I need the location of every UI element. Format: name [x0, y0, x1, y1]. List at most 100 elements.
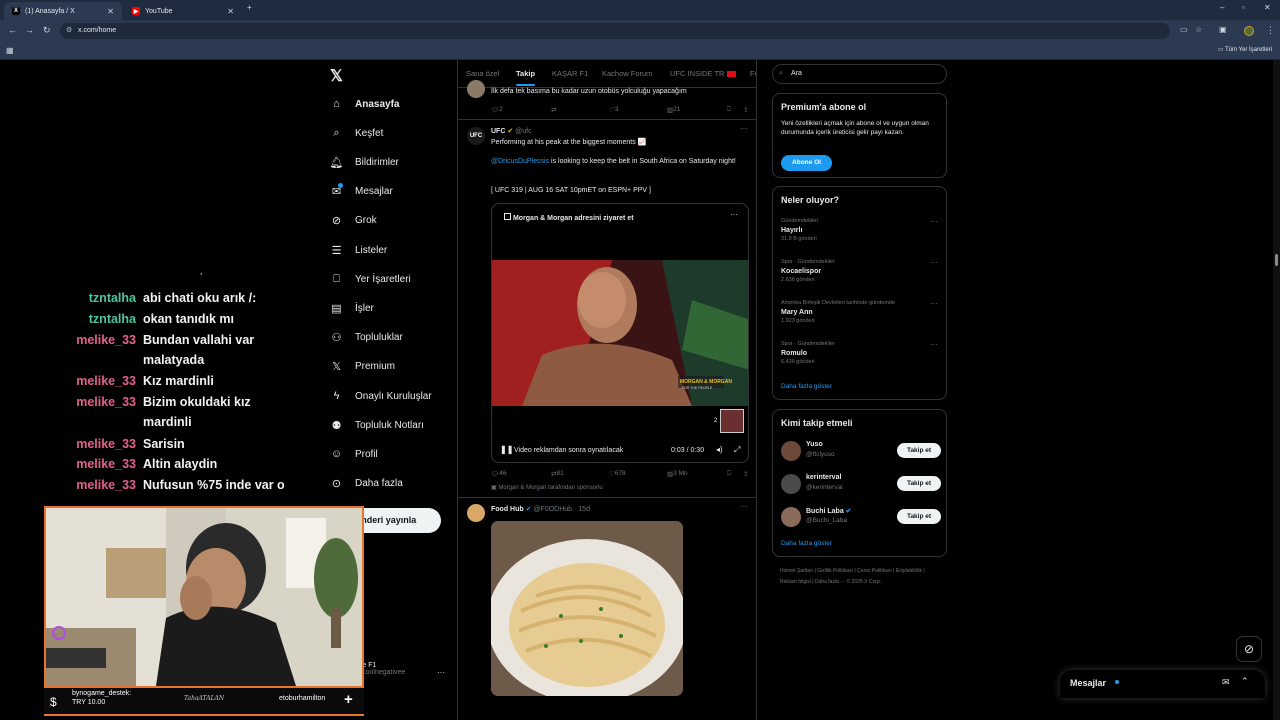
subscribe-button[interactable]: Abone Ol — [781, 155, 832, 171]
next-video-thumbnail[interactable] — [720, 409, 744, 433]
trend-item[interactable]: Amerika Birleşik Devletleri tarihinde gü… — [781, 299, 926, 326]
trend-more-icon[interactable]: ··· — [930, 258, 938, 267]
scrollbar-thumb[interactable] — [1275, 254, 1278, 266]
minimize-icon[interactable]: – — [1220, 3, 1224, 12]
back-icon[interactable]: ← — [8, 25, 17, 35]
like-button[interactable]: ♡ 678 — [609, 470, 626, 478]
nav-item-bell[interactable]: 🔔︎ Bildirimler — [330, 151, 399, 173]
nav-item-more-circle[interactable]: ⊙ Daha fazla — [330, 473, 403, 495]
nav-item-mail[interactable]: ✉ Mesajlar — [330, 181, 393, 203]
close-icon[interactable]: ✕ — [227, 7, 234, 16]
account-more-icon[interactable]: ··· — [437, 668, 445, 677]
cast-icon[interactable]: ▭ — [1180, 25, 1188, 34]
repost-button[interactable]: ⇄ — [551, 106, 556, 114]
fullscreen-icon[interactable]: ⤢ — [734, 445, 740, 455]
who-show-more[interactable]: Daha fazla göster — [781, 540, 832, 547]
tab-for-you[interactable]: Sana özel — [466, 69, 499, 78]
tab-kasar-f1[interactable]: KAŞAR F1 — [552, 69, 588, 78]
maximize-icon[interactable]: ▫ — [1242, 3, 1245, 12]
mention-link[interactable]: @DricusDuPlessis — [491, 158, 549, 165]
tab-youtube[interactable]: ▶ YouTube ✕ — [124, 2, 242, 20]
pause-icon[interactable]: ❚❚ — [500, 445, 513, 454]
nav-item-briefcase[interactable]: ▤ İşler — [330, 297, 374, 319]
avatar[interactable] — [781, 474, 801, 494]
post-author[interactable]: Food Hub ✔ @F0ODHub · 15d — [491, 505, 590, 513]
reply-button[interactable]: 💬︎ 2 — [491, 106, 503, 114]
grok-icon[interactable]: ⊘ — [1236, 636, 1262, 662]
bookmark-icon[interactable]: ⎕ — [727, 470, 731, 478]
tab-fo[interactable]: Fo — [750, 69, 756, 78]
nav-item-list[interactable]: ☰ Listeler — [330, 239, 388, 261]
profile-avatar[interactable] — [1244, 26, 1254, 36]
follow-suggestion[interactable]: Yuso @ftclyuso Takip et — [781, 440, 941, 462]
share-icon[interactable]: ⇧ — [743, 470, 748, 478]
avatar[interactable] — [781, 507, 801, 527]
ufc-avatar[interactable]: UFC — [467, 127, 485, 145]
trend-more-icon[interactable]: ··· — [930, 340, 938, 349]
window-close-icon[interactable]: ✕ — [1264, 3, 1271, 12]
nav-item-search[interactable]: ⌕ Keşfet — [330, 122, 383, 144]
tab-following[interactable]: Takip — [516, 69, 536, 86]
volume-icon[interactable]: ◂) — [716, 445, 723, 454]
pasta-image[interactable] — [491, 521, 683, 696]
post-more-icon[interactable]: ··· — [740, 502, 748, 511]
follow-button[interactable]: Takip et — [897, 476, 941, 491]
tab-x-home[interactable]: X (1) Anasayfa / X ✕ — [4, 2, 122, 20]
browser-menu-icon[interactable]: ⋮ — [1266, 25, 1275, 36]
nav-item-x[interactable]: 𝕏 Premium — [330, 356, 395, 378]
views-button[interactable]: ▥ 3 Mn — [667, 470, 688, 478]
ad-header[interactable]: Morgan & Morgan adresini ziyaret et — [504, 213, 634, 222]
x-logo-icon[interactable]: 𝕏 — [330, 66, 343, 86]
share-icon[interactable]: ⇧ — [743, 106, 748, 114]
nav-item-grok[interactable]: ⊘ Grok — [330, 210, 377, 232]
nav-item-people[interactable]: ⚇ Topluluklar — [330, 327, 403, 349]
nav-item-bookmark[interactable]: ⎕ Yer İşaretleri — [330, 268, 411, 290]
url-field[interactable]: ⚙ x.com/home — [60, 23, 1170, 39]
bookmark-icon[interactable]: ⎕ — [727, 106, 731, 114]
follow-suggestion[interactable]: Buchi Laba ✔ @Buchi_Laba Takip et — [781, 506, 941, 528]
ad-more-icon[interactable]: ··· — [730, 210, 738, 219]
forward-icon[interactable]: → — [25, 25, 34, 35]
like-button[interactable]: ♡ 3 — [609, 106, 618, 114]
follow-suggestion[interactable]: kerinterval @kerinterval Takip et — [781, 473, 941, 495]
avatar[interactable] — [781, 441, 801, 461]
messages-dock[interactable]: Mesajlar ✉ ⌃ — [1060, 670, 1265, 698]
trend-more-icon[interactable]: ··· — [930, 217, 938, 226]
tab-kachow-forum[interactable]: Kachow Forum — [602, 69, 652, 78]
search-input[interactable]: ⌕ Ara — [772, 64, 947, 84]
follow-button[interactable]: Takip et — [897, 443, 941, 458]
close-icon[interactable]: ✕ — [107, 7, 114, 16]
reply-button[interactable]: 💬︎ 46 — [491, 470, 507, 478]
views-button[interactable]: ▥ 21 — [667, 106, 680, 114]
foodhub-avatar[interactable] — [467, 504, 485, 522]
repost-button[interactable]: ⇄ 81 — [551, 470, 564, 478]
post-author[interactable]: UFC ✔ @ufc — [491, 127, 532, 135]
apps-grid-icon[interactable]: ▦ — [6, 46, 14, 55]
all-bookmarks-link[interactable]: ▭ Tüm Yer İşaretleri — [1218, 46, 1272, 53]
footer-links[interactable]: Hizmet Şartları | Gizlilik Politikası | … — [780, 566, 940, 588]
nav-item-lightning[interactable]: ϟ Onaylı Kuruluşlar — [330, 385, 432, 407]
nav-item-label: İşler — [355, 302, 374, 314]
trends-show-more[interactable]: Daha fazla göster — [781, 383, 832, 390]
ad-video-card[interactable]: Morgan & Morgan adresini ziyaret et ··· … — [491, 203, 749, 463]
nav-item-notes[interactable]: ⚉ Topluluk Notları — [330, 414, 424, 436]
sidepanel-icon[interactable]: ▣ — [1219, 25, 1227, 34]
trend-more-icon[interactable]: ··· — [930, 299, 938, 308]
new-message-icon[interactable]: ✉ — [1222, 677, 1230, 688]
trend-item[interactable]: Spor · Gündemdekiler Romulo 6.436 gönderi — [781, 340, 926, 367]
tab-ufc-inside-tr[interactable]: UFC INSIDE TR — [670, 69, 736, 78]
reload-icon[interactable]: ↻ — [43, 25, 51, 36]
avatar[interactable] — [467, 80, 485, 98]
follow-button[interactable]: Takip et — [897, 509, 941, 524]
donation-signature: TahaATALAN — [184, 695, 225, 702]
post-more-icon[interactable]: ··· — [740, 124, 748, 133]
nav-item-home[interactable]: ⌂ Anasayfa — [330, 93, 399, 115]
trend-item[interactable]: Spor · Gündemdekiler Kocaelispor 2.636 gön… — [781, 258, 926, 285]
star-icon[interactable]: ☆ — [1195, 25, 1202, 34]
site-info-icon[interactable]: ⚙ — [66, 23, 72, 39]
nav-item-person[interactable]: ☺ Profil — [330, 443, 378, 465]
trend-item[interactable]: Gündemdekiler Hayırlı 31,9 B gönderi — [781, 217, 926, 244]
new-tab-button[interactable]: + — [247, 3, 252, 12]
expand-icon[interactable]: ⌃ — [1241, 676, 1249, 687]
page-scrollbar[interactable] — [1273, 60, 1280, 720]
